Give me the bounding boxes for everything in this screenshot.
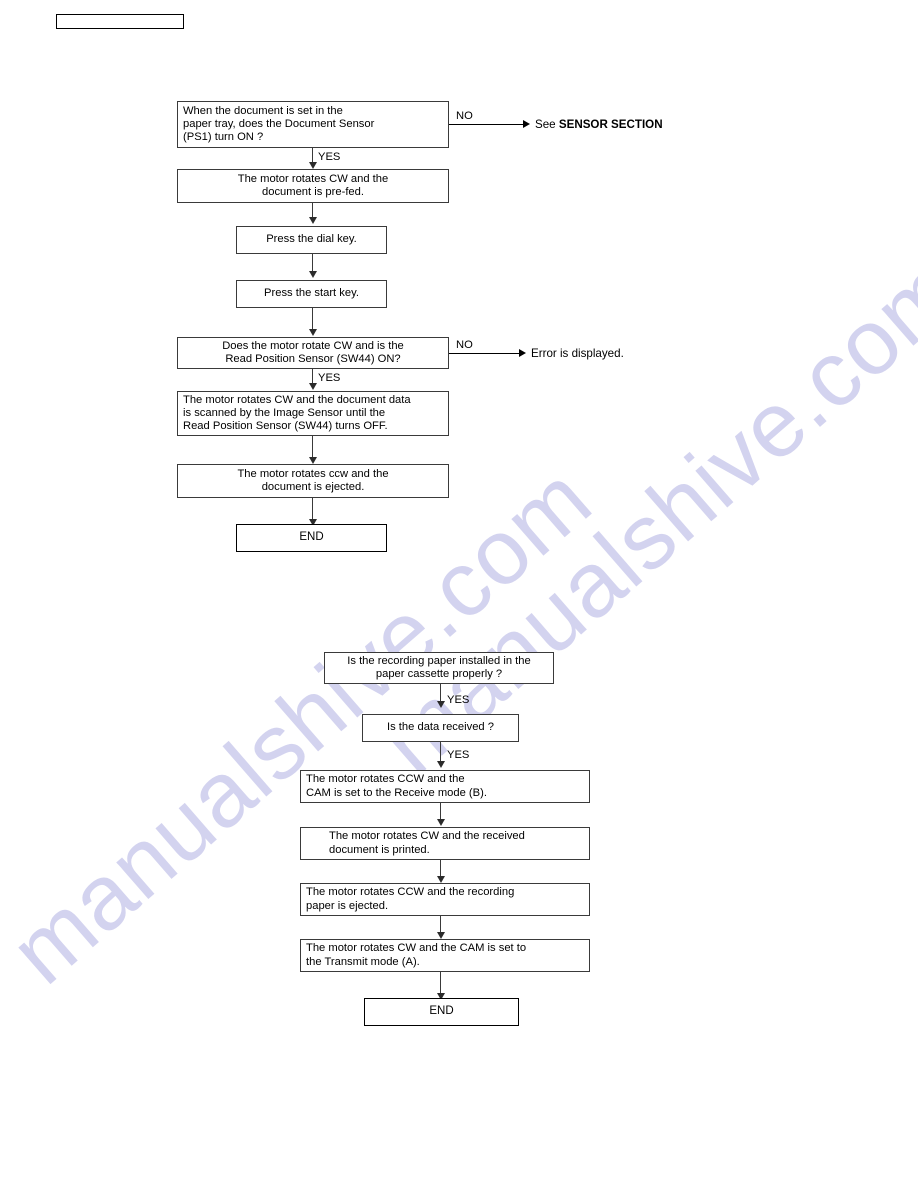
flow1-edge-label-no: NO (456, 110, 473, 122)
flow1-edge-label-yes-1: YES (318, 151, 341, 163)
node-line: paper cassette properly ? (375, 668, 503, 680)
node-line: document is pre-fed. (262, 186, 364, 198)
flow2-node-recording-paper-check: Is the recording paper installed in the … (324, 652, 554, 684)
flow1-node-end: END (236, 524, 387, 552)
flow2-arrowhead-1 (436, 701, 445, 708)
node-line: Read Position Sensor (SW44) turns OFF. (183, 420, 388, 433)
flow1-no-branch-line-2 (449, 353, 521, 355)
flow2-connector-4 (440, 860, 442, 877)
node-line: document is printed. (329, 843, 430, 856)
flow2-edge-label-yes-2: YES (447, 749, 470, 761)
node-line: Is the data received ? (387, 721, 494, 734)
flow1-node-document-sensor-check: When the document is set in the paper tr… (177, 101, 449, 148)
node-line: Is the recording paper installed in the (347, 654, 531, 667)
flow2-edge-label-yes-1: YES (447, 694, 470, 706)
flow1-no-branch-line (449, 124, 525, 126)
flow1-connector-6 (312, 436, 314, 458)
flow1-no-branch-arrowhead-2 (519, 349, 526, 357)
flow1-node-scan-document-data: The motor rotates CW and the document da… (177, 391, 449, 436)
flow2-connector-1 (440, 684, 442, 702)
flow1-no-branch-arrowhead (523, 120, 530, 128)
flow1-edge-label-yes-2: YES (318, 372, 341, 384)
flow2-connector-3 (440, 803, 442, 820)
page-content: When the document is set in the paper tr… (0, 0, 918, 1188)
flow2-arrowhead-2 (436, 761, 445, 768)
node-line: Press the dial key. (266, 233, 357, 246)
flow1-node-motor-ccw-eject-document: The motor rotates ccw and the document i… (177, 464, 449, 498)
node-line: The motor rotates CW and the CAM is set … (306, 942, 527, 955)
flow1-arrowhead-5 (308, 383, 317, 390)
node-line: Press the start key. (264, 287, 359, 300)
flow1-branch-target-sensor-section: See SENSOR SECTION (535, 118, 663, 131)
flow1-edge-label-no-2: NO (456, 339, 473, 351)
node-line: When the document is set in the (183, 104, 343, 117)
node-line: CAM is set to the Receive mode (B). (306, 786, 487, 799)
flow1-arrowhead-4 (308, 329, 317, 336)
flow1-node-press-start-key: Press the start key. (236, 280, 387, 308)
flow1-connector-7 (312, 498, 314, 520)
node-line: The motor rotates CCW and the (306, 773, 465, 786)
node-line: END (299, 531, 324, 544)
flow1-arrowhead-2 (308, 217, 317, 224)
node-line: Read Position Sensor (SW44) ON? (225, 353, 401, 365)
branch-prefix-text: See (535, 118, 559, 131)
flow1-node-press-dial-key: Press the dial key. (236, 226, 387, 254)
branch-bold-text: SENSOR SECTION (558, 118, 663, 131)
flow2-arrowhead-4 (436, 876, 445, 883)
node-line: The motor rotates CW and the received (329, 830, 525, 843)
node-line: document is ejected. (261, 481, 365, 493)
header-placeholder-box (56, 14, 184, 29)
flow2-connector-6 (440, 972, 442, 994)
node-line: The motor rotates CW and the document da… (183, 393, 411, 406)
node-line: The motor rotates CW and the (237, 172, 389, 185)
flow1-node-motor-cw-prefeed: The motor rotates CW and the document is… (177, 169, 449, 203)
flow1-arrowhead-1 (308, 162, 317, 169)
node-line: is scanned by the Image Sensor until the (183, 406, 386, 419)
flow1-arrowhead-6 (308, 457, 317, 464)
node-line: The motor rotates CCW and the recording (306, 886, 515, 899)
flow1-connector-3 (312, 254, 314, 272)
flow2-connector-2 (440, 742, 442, 762)
flow1-branch-target-error-displayed: Error is displayed. (531, 347, 624, 360)
flow2-arrowhead-5 (436, 932, 445, 939)
flow1-node-read-position-sensor-check: Does the motor rotate CW and is the Read… (177, 337, 449, 369)
flow2-node-motor-cw-print-document: The motor rotates CW and the received do… (300, 827, 590, 860)
flow2-connector-5 (440, 916, 442, 933)
node-line: paper tray, does the Document Sensor (183, 117, 375, 130)
flow2-node-motor-ccw-eject-paper: The motor rotates CCW and the recording … (300, 883, 590, 916)
node-line: Does the motor rotate CW and is the (222, 339, 404, 352)
node-line: The motor rotates ccw and the (237, 467, 389, 480)
flow2-node-end: END (364, 998, 519, 1026)
node-line: paper is ejected. (306, 899, 389, 912)
flow1-connector-4 (312, 308, 314, 330)
flow2-node-motor-ccw-receive-mode: The motor rotates CCW and the CAM is set… (300, 770, 590, 803)
flow2-node-data-received-check: Is the data received ? (362, 714, 519, 742)
node-line: the Transmit mode (A). (306, 955, 420, 968)
flow1-arrowhead-3 (308, 271, 317, 278)
node-line: (PS1) turn ON ? (183, 131, 264, 144)
flow2-node-motor-cw-transmit-mode: The motor rotates CW and the CAM is set … (300, 939, 590, 972)
node-line: END (429, 1005, 454, 1018)
flow2-arrowhead-3 (436, 819, 445, 826)
